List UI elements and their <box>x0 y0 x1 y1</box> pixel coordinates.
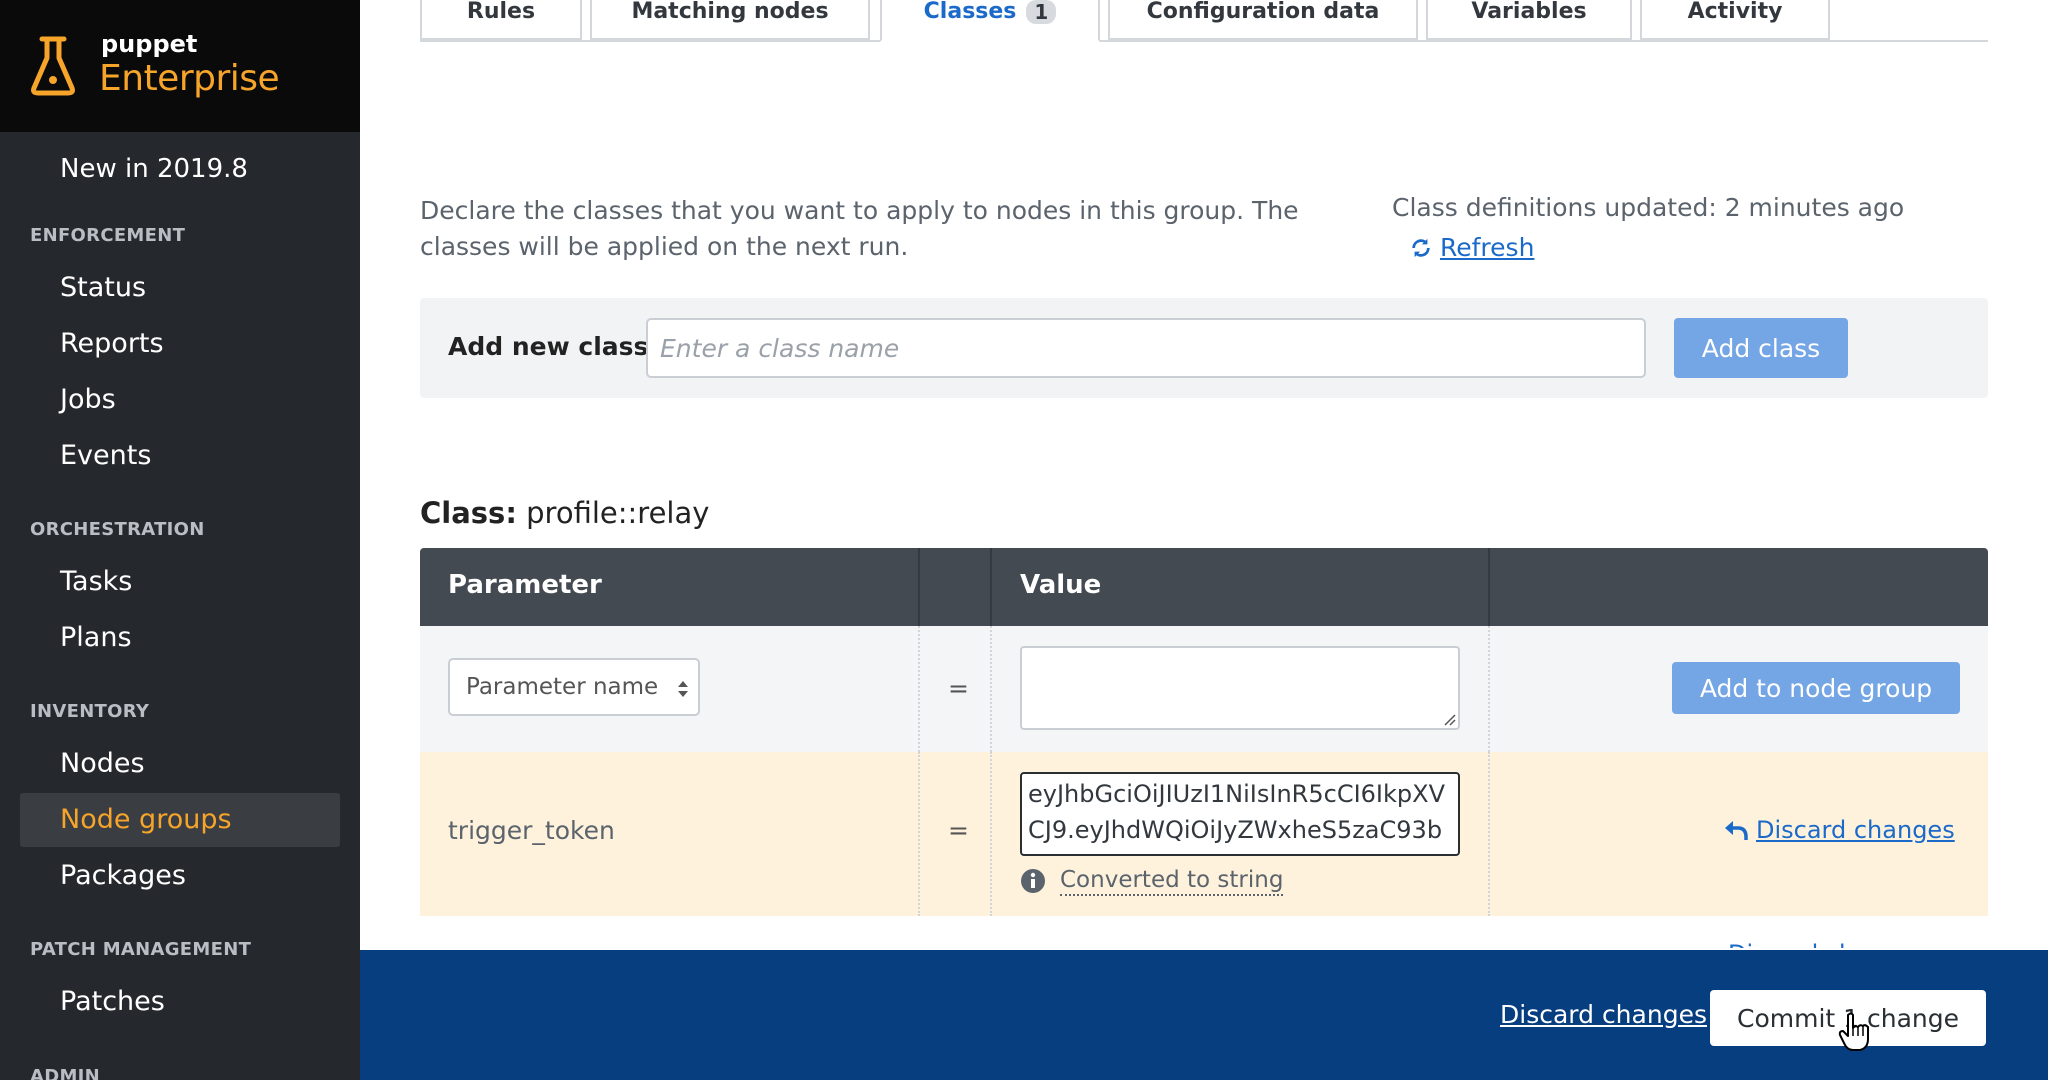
sidebar-item-jobs[interactable]: Jobs <box>60 384 116 415</box>
sidebar-heading-orchestration: ORCHESTRATION <box>30 519 205 540</box>
converted-note: Converted to string <box>1020 866 1284 896</box>
undo-icon <box>1725 821 1748 840</box>
table-row-new-parameter: Parameter name = Add to node group <box>420 626 1988 752</box>
sidebar-item-tasks[interactable]: Tasks <box>60 566 132 597</box>
sidebar: puppet Enterprise New in 2019.8 ENFORCEM… <box>0 0 360 1080</box>
tab-variables[interactable]: Variables <box>1426 0 1632 40</box>
commit-footer-bar: Discard changes Commit 1 change <box>360 950 2048 1080</box>
tab-classes-count-badge: 1 <box>1026 0 1057 24</box>
tab-configuration-data[interactable]: Configuration data <box>1108 0 1418 40</box>
sidebar-item-events[interactable]: Events <box>60 440 151 471</box>
brand-name-small: puppet <box>101 30 198 58</box>
class-definitions-updated: Class definitions updated: 2 minutes ago <box>1392 193 1905 222</box>
tab-classes-label: Classes <box>923 0 1017 24</box>
tab-configuration-data-label: Configuration data <box>1146 0 1380 24</box>
parameter-value-textarea[interactable] <box>1020 646 1460 730</box>
table-row-edited: trigger_token = eyJhbGciOiJIUzI1NiIsInR5… <box>420 752 1988 916</box>
sidebar-item-nodes[interactable]: Nodes <box>60 748 145 779</box>
discard-changes-label: Discard changes <box>1756 816 1955 844</box>
parameter-name: trigger_token <box>448 816 615 845</box>
add-class-bar: Add new class Add class <box>420 298 1988 398</box>
add-class-label: Add new class <box>448 332 649 361</box>
add-to-node-group-button[interactable]: Add to node group <box>1672 662 1960 714</box>
tab-rules[interactable]: Rules <box>420 0 582 40</box>
sidebar-heading-enforcement: ENFORCEMENT <box>30 225 186 246</box>
discard-changes-link[interactable]: Discard changes <box>1724 816 1955 844</box>
sidebar-item-node-groups[interactable]: Node groups <box>60 804 232 835</box>
class-heading-prefix: Class: <box>420 496 517 530</box>
brand-header: puppet Enterprise <box>0 0 360 132</box>
sidebar-heading-patch-management: PATCH MANAGEMENT <box>30 939 252 960</box>
partially-hidden-link[interactable]: Discard changes <box>1728 936 1927 948</box>
class-name-input[interactable] <box>646 318 1646 378</box>
classes-description: Declare the classes that you want to app… <box>420 196 1299 261</box>
converted-to-string-label[interactable]: Converted to string <box>1060 866 1284 896</box>
sidebar-item-packages[interactable]: Packages <box>60 860 186 891</box>
sidebar-item-patches[interactable]: Patches <box>60 986 165 1017</box>
class-heading-name: profile::relay <box>526 496 710 530</box>
parameter-name-select-label: Parameter name <box>466 674 659 700</box>
tab-activity-label: Activity <box>1687 0 1783 24</box>
hand-cursor-icon <box>1838 1012 1869 1051</box>
parameter-name-select[interactable]: Parameter name <box>448 658 700 716</box>
equals-sign: = <box>948 674 969 703</box>
table-header: Parameter Value <box>420 548 1988 626</box>
cell-divider <box>1488 752 1490 916</box>
cell-divider <box>918 752 920 916</box>
refresh-link[interactable]: Refresh <box>1410 233 1534 262</box>
sidebar-item-new[interactable]: New in 2019.8 <box>60 154 248 184</box>
sidebar-item-plans[interactable]: Plans <box>60 622 132 653</box>
select-arrows-icon <box>678 681 688 697</box>
add-class-button[interactable]: Add class <box>1674 318 1848 378</box>
tab-rules-label: Rules <box>466 0 536 24</box>
sidebar-heading-admin: ADMIN <box>30 1066 101 1080</box>
info-icon <box>1021 869 1045 893</box>
tabs-underline <box>420 40 1988 42</box>
refresh-label: Refresh <box>1440 233 1535 262</box>
cell-divider <box>918 626 920 752</box>
header-parameter: Parameter <box>448 570 602 600</box>
cell-divider <box>1488 626 1490 752</box>
brand-name-large: Enterprise <box>99 58 280 99</box>
tab-variables-label: Variables <box>1471 0 1587 24</box>
footer-discard-changes-link[interactable]: Discard changes <box>1500 1000 1707 1029</box>
header-divider <box>990 548 992 626</box>
tab-classes[interactable]: Classes 1 <box>880 0 1100 42</box>
header-divider <box>918 548 920 626</box>
equals-sign: = <box>948 816 969 845</box>
cell-divider <box>990 752 992 916</box>
refresh-icon <box>1412 238 1430 257</box>
tab-matching-nodes-label: Matching nodes <box>631 0 829 24</box>
sidebar-item-reports[interactable]: Reports <box>60 328 164 359</box>
sidebar-item-status[interactable]: Status <box>60 272 146 303</box>
cell-divider <box>990 626 992 752</box>
resize-grip-icon[interactable] <box>1442 712 1456 726</box>
parameter-value-field[interactable]: eyJhbGciOiJIUzI1NiIsInR5cCI6IkpXVCJ9.eyJ… <box>1020 772 1460 856</box>
class-heading: Class: profile::relay <box>420 496 709 530</box>
header-divider <box>1488 548 1490 626</box>
flask-icon <box>31 36 75 96</box>
tab-activity[interactable]: Activity <box>1640 0 1830 40</box>
tab-matching-nodes[interactable]: Matching nodes <box>590 0 870 40</box>
sidebar-heading-inventory: INVENTORY <box>30 701 150 722</box>
header-value: Value <box>1020 570 1102 600</box>
